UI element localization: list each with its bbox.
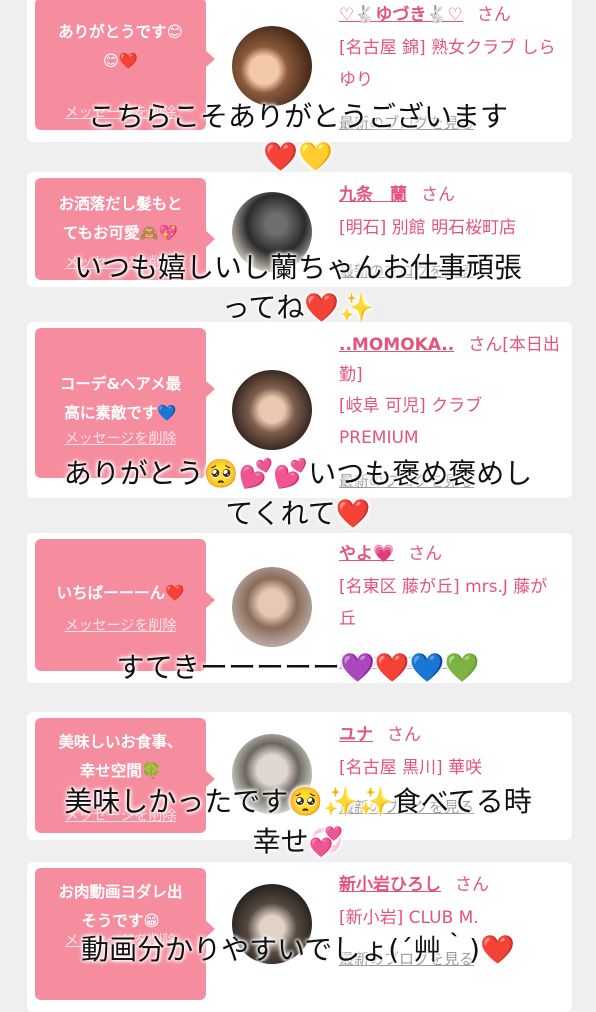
user-name-link[interactable]: ..MOMOKA.. さん[本日出勤] bbox=[339, 330, 569, 390]
user-name[interactable]: 新小岩ひろし bbox=[339, 875, 441, 895]
user-name[interactable]: ユナ bbox=[339, 725, 373, 745]
avatar[interactable] bbox=[232, 567, 312, 647]
user-name[interactable]: ..MOMOKA.. bbox=[339, 335, 454, 355]
reply-caption: いつも嬉しいし蘭ちゃんお仕事頑張 ってね❤️✨ bbox=[73, 251, 522, 324]
message-text: いちばーーーん❤️ bbox=[56, 584, 185, 602]
user-name-link[interactable]: 九条 蘭さん bbox=[339, 180, 569, 210]
shop-name[interactable]: [明石] 別館 明石桜町店 bbox=[339, 212, 564, 244]
shop-name[interactable]: [岐阜 可児] クラブ PREMIUM bbox=[339, 390, 564, 454]
san-suffix: さん bbox=[387, 725, 421, 745]
user-name[interactable]: 九条 蘭 bbox=[339, 185, 407, 205]
reply-caption: 動画分かりやすいでしょ(´艸｀)❤️ bbox=[81, 933, 515, 966]
san-suffix: さん bbox=[408, 544, 443, 564]
message-text: コーデ&ヘアメ最 高に素敵です💙 bbox=[59, 375, 182, 422]
reply-caption: ありがとう🥺💕💕いつも褒め褒めし てくれて❤️ bbox=[63, 457, 533, 530]
user-name-link[interactable]: 新小岩ひろし さん bbox=[339, 870, 569, 900]
message-text: ありがとうです😊 😊❤️ bbox=[58, 23, 183, 70]
user-name[interactable]: やよ💗 bbox=[339, 544, 394, 564]
reply-caption: 美味しかったです🥺✨✨食べてる時 幸せ💞 bbox=[64, 785, 532, 858]
delete-message-link[interactable]: メッセージを削除 bbox=[35, 615, 206, 635]
delete-message-link[interactable]: メッセージを削除 bbox=[35, 428, 206, 448]
shop-name[interactable]: [名古屋 黒川] 華咲 bbox=[339, 752, 564, 784]
reply-caption: すてきーーーーー💜❤️💙💚 bbox=[116, 651, 480, 684]
user-name-link[interactable]: やよ💗 さん bbox=[339, 539, 569, 569]
message-text: 美味しいお食事、 幸せ空間🍀 bbox=[58, 733, 183, 780]
reply-caption: こちらこそありがとうございます ❤️💛 bbox=[87, 100, 508, 173]
avatar[interactable] bbox=[232, 370, 312, 450]
message-text: お洒落だし髪もと てもお可愛🙈💖 bbox=[58, 195, 183, 242]
message-text: お肉動画ヨダレ出 そうです😁 bbox=[58, 883, 183, 930]
shop-name[interactable]: [名古屋 錦] 熟女クラブ しらゆり bbox=[339, 32, 564, 96]
san-suffix: さん bbox=[476, 5, 511, 25]
user-name-link[interactable]: ♡🐇ゆづき🐇♡ さん bbox=[339, 0, 569, 30]
shop-name[interactable]: [名東区 藤が丘] mrs.J 藤が丘 bbox=[339, 571, 564, 635]
san-suffix: さん bbox=[455, 875, 489, 895]
avatar[interactable] bbox=[232, 26, 312, 106]
user-name[interactable]: ♡🐇ゆづき🐇♡ bbox=[339, 5, 463, 25]
user-name-link[interactable]: ユナ さん bbox=[339, 720, 569, 750]
san-suffix: さん bbox=[421, 185, 455, 205]
